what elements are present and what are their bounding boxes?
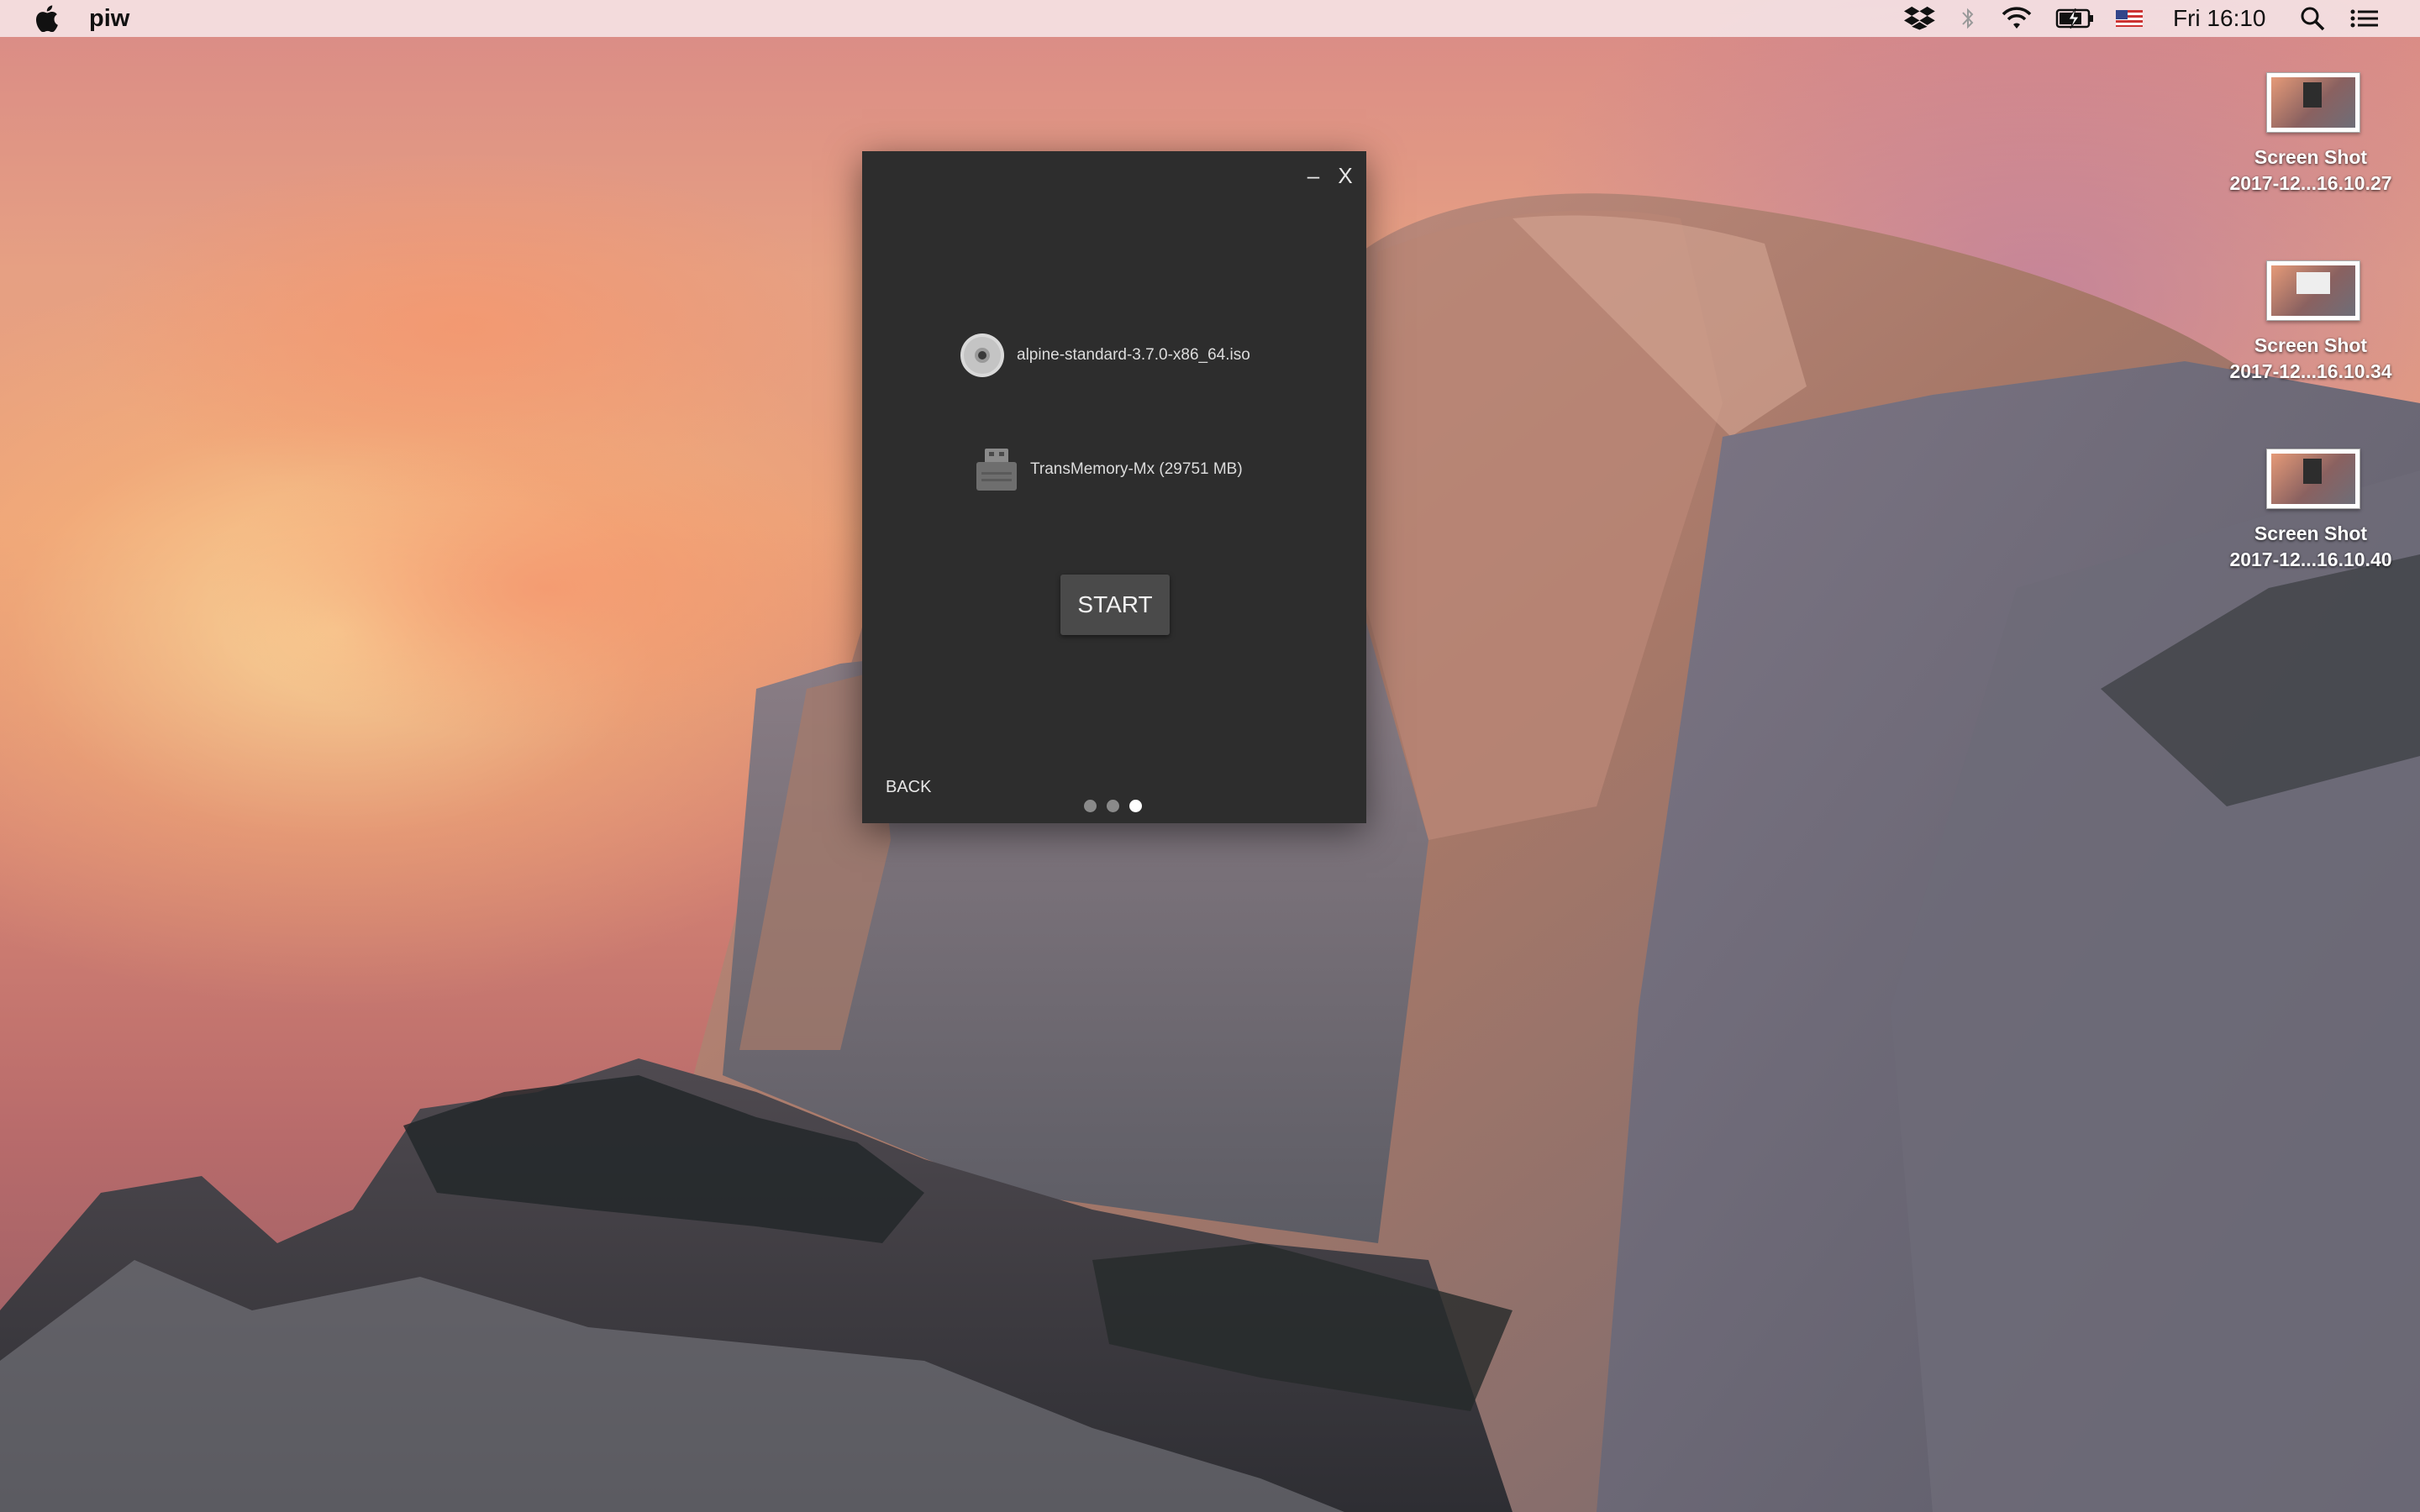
file-thumbnail <box>2266 72 2360 133</box>
step-dot-1 <box>1084 800 1097 812</box>
active-app-name[interactable]: piw <box>89 5 129 33</box>
step-indicator <box>1084 800 1142 812</box>
close-button[interactable]: X <box>1333 163 1358 188</box>
step-dot-3-active <box>1129 800 1142 812</box>
image-file-row[interactable]: alpine-standard-3.7.0-x86_64.iso <box>960 333 1250 378</box>
minimize-button[interactable]: – <box>1301 163 1326 188</box>
battery-charging-icon[interactable] <box>2055 5 2096 32</box>
target-drive-name: TransMemory-Mx (29751 MB) <box>1030 460 1243 478</box>
piw-window: – X alpine-standard-3.7.0-x86_64.iso Tra… <box>862 151 1366 823</box>
disc-image-icon <box>960 333 1004 377</box>
file-name-label: Screen Shot 2017-12...16.10.34 <box>2229 334 2392 382</box>
target-drive-row[interactable]: TransMemory-Mx (29751 MB) <box>975 447 1243 492</box>
dropbox-icon[interactable] <box>1904 5 1938 32</box>
wifi-icon[interactable] <box>2000 5 2033 32</box>
bluetooth-icon[interactable] <box>1960 5 1976 32</box>
file-thumbnail <box>2266 260 2360 321</box>
file-name-label: Screen Shot 2017-12...16.10.40 <box>2229 522 2392 570</box>
file-name-label: Screen Shot 2017-12...16.10.27 <box>2229 146 2392 194</box>
spotlight-search-icon[interactable] <box>2299 5 2326 32</box>
step-dot-2 <box>1107 800 1119 812</box>
us-flag-icon[interactable] <box>2114 5 2144 32</box>
file-thumbnail <box>2266 449 2360 509</box>
start-button[interactable]: START <box>1060 575 1170 635</box>
notification-center-icon[interactable] <box>2349 5 2380 32</box>
usb-drive-icon <box>976 449 1017 491</box>
menubar-clock[interactable]: Fri 16:10 <box>2173 5 2266 32</box>
image-file-name: alpine-standard-3.7.0-x86_64.iso <box>1017 346 1250 364</box>
back-button[interactable]: BACK <box>886 778 931 797</box>
apple-menu-icon[interactable] <box>34 5 59 32</box>
menu-bar: piw Fri 16:10 <box>0 0 2420 37</box>
